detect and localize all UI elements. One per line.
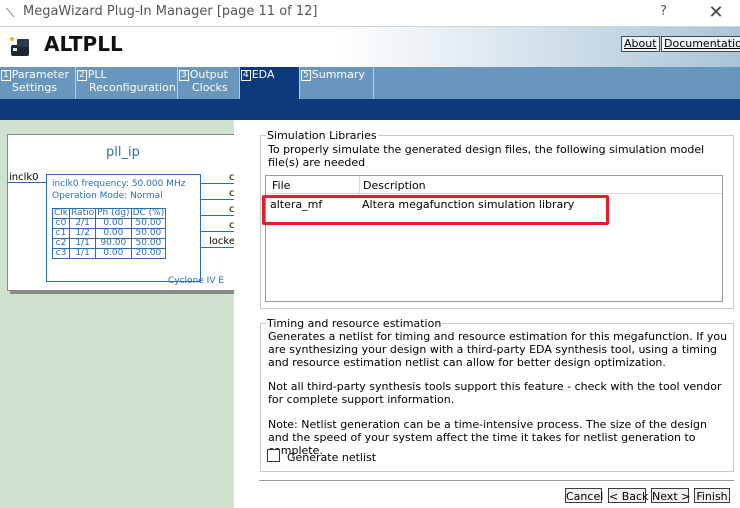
tab-pll-reconfiguration[interactable]: 2 PLL Reconfiguration [76,67,178,99]
megafunction-name: ALTPLL [44,32,123,56]
column-header-description[interactable]: Description [363,179,426,192]
column-separator [359,176,360,193]
title-bar: ⟍ MegaWizard Plug-In Manager [page 11 of… [0,0,740,27]
timing-description: Generates a netlist for timing and resou… [268,330,728,369]
tab-eda[interactable]: 4 EDA [240,67,300,99]
timing-estimation-label: Timing and resource estimation [266,317,443,330]
tool-support-note: Not all third-party synthesis tools supp… [268,380,722,406]
input-pin-line [7,182,46,183]
tab-content-band [0,99,740,120]
back-button[interactable]: < Back [608,488,648,503]
next-button[interactable]: Next > [651,488,690,503]
device-family: Cyclone IV E [168,276,225,286]
wand-icon: ⟍ [6,6,15,20]
cancel-button[interactable]: Cancel [565,488,603,503]
documentation-button[interactable]: Documentation [661,36,740,52]
tab-output-clocks[interactable]: 3 Output Clocks [178,67,240,99]
inclk-frequency: inclk0 frequency: 50.000 MHz [52,179,186,189]
table-row: c3 1/1 0.00 20.00 [52,248,167,259]
clock-settings-table: Clk Ratio Ph (dg) DC (%) c0 2/1 0.00 50.00 c1 1… [52,208,167,259]
operation-mode: Operation Mode: Normal [52,191,163,201]
close-button[interactable]: ✕ [700,1,732,25]
clock-table-header: Clk Ratio Ph (dg) DC (%) [52,208,167,219]
tab-summary[interactable]: 5 Summary [300,67,374,99]
help-button[interactable]: ? [660,4,667,19]
generate-netlist-label[interactable]: Generate netlist [287,451,376,464]
button-separator [259,480,734,481]
simulation-description: To properly simulate the generated desig… [268,143,705,169]
simulation-libraries-label: Simulation Libraries [266,129,378,142]
tab-parameter-settings[interactable]: 1 Parameter Settings [0,67,76,99]
pll-instance-name: pll_ip [106,145,140,160]
pll-parameters-box: inclk0 frequency: 50.000 MHz Operation M… [46,174,201,282]
highlight-annotation [262,195,609,225]
table-row: c0 2/1 0.00 50.00 [52,218,167,229]
table-row: c1 1/2 0.00 50.00 [52,228,167,239]
table-row: c2 1/1 90.00 50.00 [52,238,167,249]
about-button[interactable]: About [621,36,660,52]
generate-netlist-checkbox[interactable] [267,449,280,462]
wizard-tabs: 1 Parameter Settings 2 PLL Reconfiguration… [0,67,740,99]
table-header [266,176,722,194]
column-header-file[interactable]: File [272,179,290,192]
finish-button[interactable]: Finish [694,488,730,503]
window-title: MegaWizard Plug-In Manager [page 11 of 1… [23,4,318,19]
plugin-logo-icon [10,37,29,56]
